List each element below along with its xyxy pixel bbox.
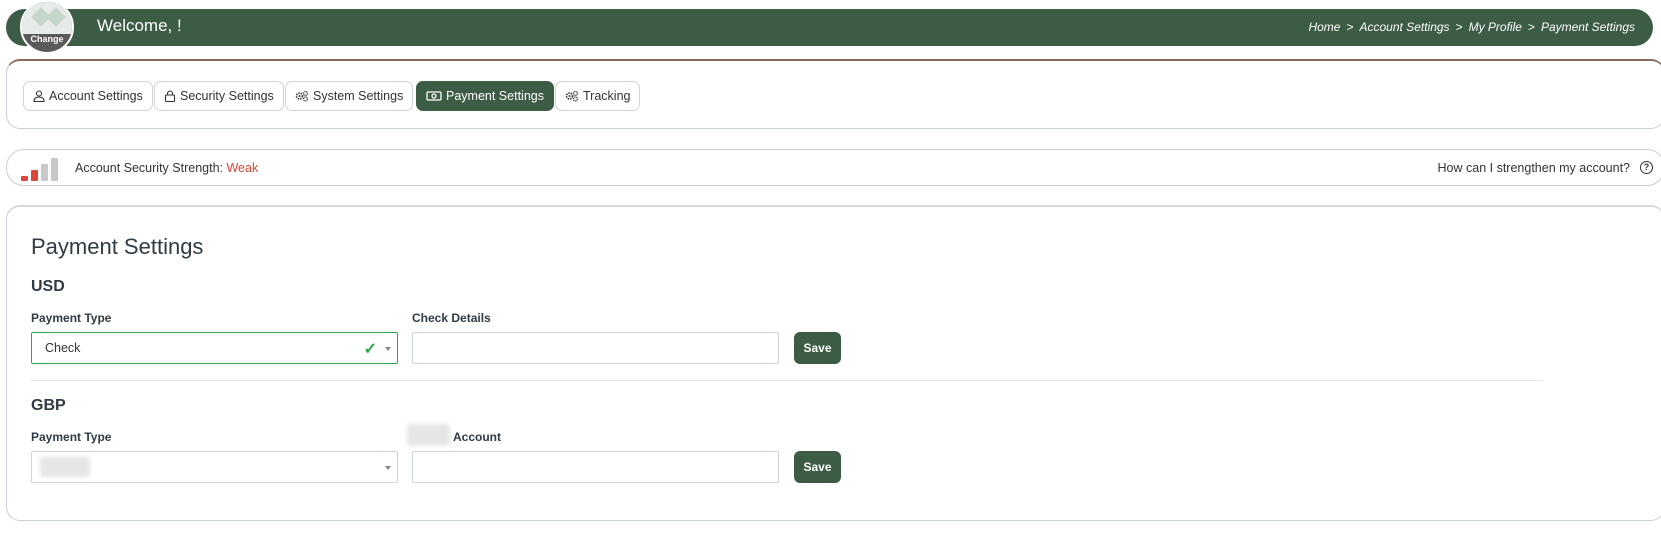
breadcrumb-home[interactable]: Home: [1308, 20, 1340, 34]
usd-save-button[interactable]: Save: [794, 332, 841, 364]
usd-check-details-input[interactable]: [412, 332, 779, 364]
account-label: Account: [453, 430, 501, 444]
payment-type-label: Payment Type: [31, 311, 112, 325]
check-details-label: Check Details: [412, 311, 491, 325]
tab-label: Account Settings: [49, 89, 143, 103]
strength-bar-4: [51, 158, 58, 181]
breadcrumb-my-profile[interactable]: My Profile: [1469, 20, 1522, 34]
gbp-save-button[interactable]: Save: [794, 451, 841, 483]
strength-label: Account Security Strength: Weak: [75, 161, 258, 175]
gbp-account-input[interactable]: [412, 451, 779, 483]
settings-tabs-card: Account Settings Security Settings Syste…: [6, 59, 1661, 129]
gears-icon: [565, 90, 579, 102]
money-icon: [426, 91, 442, 101]
tab-label: Tracking: [583, 89, 631, 103]
tab-account-settings[interactable]: Account Settings: [23, 81, 153, 111]
section-divider: [31, 380, 1543, 381]
lock-icon: [164, 90, 176, 102]
selected-value: Check: [45, 341, 81, 355]
breadcrumb-separator: >: [1455, 20, 1463, 34]
tab-label: Payment Settings: [446, 89, 544, 103]
tab-label: System Settings: [313, 89, 404, 103]
chevron-down-icon: [385, 466, 391, 470]
usd-payment-type-select[interactable]: Check ✓: [31, 332, 398, 364]
breadcrumb-payment-settings: Payment Settings: [1540, 20, 1635, 34]
redacted-value: [40, 457, 90, 477]
redacted-text: [407, 424, 450, 446]
signal-strength-icon: [21, 157, 61, 181]
gears-icon: [295, 90, 309, 102]
avatar-change-label[interactable]: Change: [22, 34, 72, 44]
strength-label-text: Account Security Strength:: [75, 161, 223, 175]
header-bar: Welcome, ! Home > Account Settings > My …: [6, 9, 1653, 46]
tab-label: Security Settings: [180, 89, 274, 103]
tab-payment-settings[interactable]: Payment Settings: [416, 81, 554, 111]
page-title: Payment Settings: [31, 234, 204, 259]
currency-heading-usd: USD: [31, 278, 65, 295]
strengthen-help-link[interactable]: How can I strengthen my account?: [1438, 161, 1630, 175]
welcome-text: Welcome, !: [97, 16, 182, 35]
gbp-payment-type-select[interactable]: [31, 451, 398, 483]
checkmark-icon: ✓: [363, 341, 377, 358]
strength-bar-1: [21, 176, 28, 181]
question-circle-icon[interactable]: ?: [1640, 161, 1653, 174]
tab-tracking[interactable]: Tracking: [555, 81, 641, 111]
breadcrumb-account-settings[interactable]: Account Settings: [1360, 20, 1450, 34]
avatar-logo: [22, 2, 72, 34]
strength-bar-2: [31, 170, 38, 181]
user-icon: [33, 90, 45, 102]
chevron-down-icon: [385, 347, 391, 351]
breadcrumb-separator: >: [1346, 20, 1354, 34]
avatar[interactable]: Change: [20, 0, 74, 54]
security-strength-bar: Account Security Strength: Weak How can …: [6, 149, 1661, 186]
strength-bar-3: [41, 164, 48, 181]
tab-system-settings[interactable]: System Settings: [285, 81, 414, 111]
breadcrumb: Home > Account Settings > My Profile > P…: [1308, 20, 1635, 34]
payment-settings-card: Payment Settings USD Payment Type Check …: [6, 205, 1661, 521]
payment-type-label: Payment Type: [31, 430, 112, 444]
tab-security-settings[interactable]: Security Settings: [154, 81, 284, 111]
strength-value: Weak: [226, 161, 259, 175]
breadcrumb-separator: >: [1527, 20, 1535, 34]
currency-heading-gbp: GBP: [31, 397, 66, 414]
